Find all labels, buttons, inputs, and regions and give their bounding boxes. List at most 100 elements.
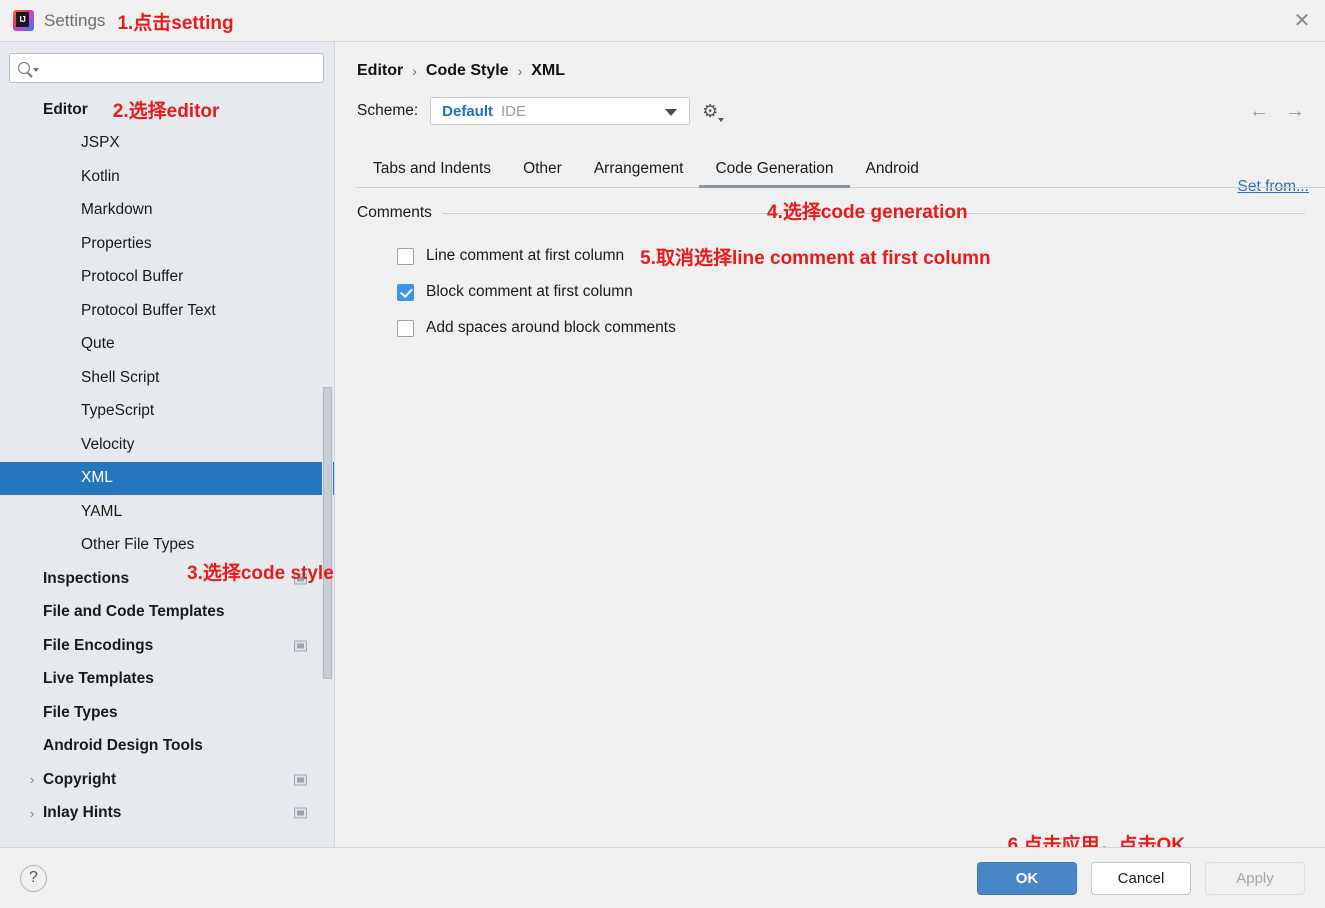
cancel-button[interactable]: Cancel (1091, 861, 1191, 895)
checkbox-label: Block comment at first column (426, 283, 633, 300)
sidebar-item-label: YAML (81, 502, 123, 520)
annotation-3: 3.选择code style，选择XML (187, 563, 334, 584)
sidebar-item-qute[interactable]: Qute (0, 328, 334, 362)
sidebar-item-velocity[interactable]: Velocity (0, 428, 334, 462)
gear-icon[interactable]: ⚙ (702, 101, 725, 122)
checkbox-label: Add spaces around block comments (426, 319, 676, 336)
navigation-arrows: ← → (1249, 100, 1305, 123)
checkbox-label: Line comment at first column (426, 247, 625, 264)
window-title: Settings (44, 10, 106, 30)
sidebar-item-markdown[interactable]: Markdown (0, 194, 334, 228)
sidebar-item-label: TypeScript (81, 402, 155, 420)
search-container (0, 42, 334, 91)
arrow-right-icon[interactable]: → (1285, 100, 1305, 123)
intellij-idea-logo-icon: IJ (13, 10, 34, 31)
sidebar-item-file-types[interactable]: File Types (0, 696, 334, 730)
sidebar-item-live-templates[interactable]: Live Templates (0, 663, 334, 697)
sidebar-item-label: File and Code Templates (43, 603, 225, 621)
breadcrumb-item-xml[interactable]: XML (531, 62, 565, 80)
settings-dialog: IJ Settings 1.点击setting ✕ Editor 2.选择edit… (0, 0, 1325, 908)
tab-tabs-and-indents[interactable]: Tabs and Indents (357, 153, 507, 187)
checkbox-add-spaces-around-block-comments[interactable] (397, 319, 414, 337)
sidebar-item-jspx[interactable]: JSPX (0, 127, 334, 161)
sidebar-item-kotlin[interactable]: Kotlin (0, 160, 334, 194)
checkbox-row[interactable]: Add spaces around block comments (397, 310, 1325, 346)
sidebar-item-editor[interactable]: Editor 2.选择editor (0, 93, 334, 127)
scheme-value: Default (442, 102, 494, 120)
apply-button[interactable]: Apply (1205, 861, 1305, 895)
project-scope-badge-icon (294, 807, 307, 819)
settings-content-panel: Editor › Code Style › XML ← → Set from..… (335, 42, 1325, 856)
checkbox-row[interactable]: Block comment at first column (397, 274, 1325, 310)
sidebar-item-label: File Encodings (43, 636, 154, 654)
dialog-body: Editor 2.选择editor JSPX Kotlin Markdown Proper… (0, 42, 1325, 856)
settings-tabs: 4.选择code generation Tabs and Indents Othe… (357, 153, 1325, 223)
sidebar-item-android-design-tools[interactable]: Android Design Tools (0, 730, 334, 764)
sidebar-item-yaml[interactable]: YAML (0, 495, 334, 529)
search-box[interactable] (9, 53, 324, 83)
tab-android[interactable]: Android (850, 153, 935, 187)
sidebar-item-copyright[interactable]: › Copyright (0, 763, 334, 797)
checkbox-group: Line comment at first column 5.取消选择line c… (357, 238, 1325, 346)
sidebar-item-label: Properties (81, 234, 152, 252)
search-icon (18, 62, 30, 74)
sidebar-item-label: Velocity (81, 435, 135, 453)
close-icon[interactable]: ✕ (1279, 0, 1325, 41)
sidebar-item-label: Kotlin (81, 167, 120, 185)
sidebar-item-label: Protocol Buffer Text (81, 301, 216, 319)
sidebar-item-file-encodings[interactable]: File Encodings (0, 629, 334, 663)
sidebar-item-label: Qute (81, 335, 115, 353)
sidebar-scrollbar-thumb[interactable] (323, 387, 332, 679)
sidebar-item-label: Editor (43, 100, 88, 118)
sidebar-item-other-file-types[interactable]: Other File Types (0, 529, 334, 563)
sidebar-item-label: Protocol Buffer (81, 268, 184, 286)
sidebar-item-xml[interactable]: XML (0, 461, 334, 495)
project-scope-badge-icon (294, 640, 307, 652)
sidebar-item-label: Inlay Hints (43, 804, 122, 822)
chevron-down-icon[interactable] (33, 68, 39, 72)
breadcrumb-separator: › (517, 63, 523, 79)
checkbox-block-comment-at-first-column[interactable] (397, 283, 414, 301)
scheme-label: Scheme: (357, 102, 419, 119)
sidebar-item-properties[interactable]: Properties (0, 227, 334, 261)
sidebar-item-inlay-hints[interactable]: › Inlay Hints (0, 797, 334, 831)
sidebar-item-shell-script[interactable]: Shell Script (0, 361, 334, 395)
sidebar-item-label: Live Templates (43, 670, 154, 688)
breadcrumb-item-code-style[interactable]: Code Style (426, 62, 509, 80)
help-button[interactable]: ? (20, 864, 47, 892)
scheme-row: Scheme: Default IDE ⚙ (357, 97, 1325, 125)
settings-sidebar: Editor 2.选择editor JSPX Kotlin Markdown Proper… (0, 42, 335, 847)
sidebar-item-label: File Types (43, 703, 118, 721)
annotation-2: 2.选择editor (112, 101, 220, 123)
section-title: Comments (357, 204, 432, 221)
title-bar: IJ Settings 1.点击setting ✕ (0, 0, 1325, 41)
chevron-right-icon[interactable]: › (21, 772, 43, 787)
annotation-1: 1.点击setting (117, 12, 234, 34)
sidebar-item-typescript[interactable]: TypeScript (0, 395, 334, 429)
sidebar-item-file-and-code-templates[interactable]: File and Code Templates (0, 596, 334, 630)
scheme-select[interactable]: Default IDE (430, 97, 691, 125)
dialog-footer: ? OK Cancel Apply (0, 847, 1325, 908)
sidebar-item-label: JSPX (81, 134, 120, 152)
annotation-4: 4.选择code generation (767, 202, 968, 223)
sidebar-item-protocol-buffer-text[interactable]: Protocol Buffer Text (0, 294, 334, 328)
sidebar-item-label: Copyright (43, 770, 117, 788)
arrow-left-icon[interactable]: ← (1249, 100, 1269, 123)
chevron-down-icon (665, 109, 678, 116)
sidebar-item-protocol-buffer[interactable]: Protocol Buffer (0, 261, 334, 295)
settings-tree: Editor 2.选择editor JSPX Kotlin Markdown Proper… (0, 91, 334, 830)
breadcrumb: Editor › Code Style › XML (357, 42, 1325, 80)
tab-code-generation[interactable]: Code Generation (699, 153, 850, 188)
checkbox-line-comment-at-first-column[interactable] (397, 247, 414, 265)
checkbox-row[interactable]: Line comment at first column 5.取消选择line c… (397, 238, 1325, 274)
ok-button[interactable]: OK (977, 861, 1077, 895)
search-input[interactable] (43, 60, 315, 76)
sidebar-item-label: Shell Script (81, 368, 160, 386)
breadcrumb-item-editor[interactable]: Editor (357, 62, 403, 80)
sidebar-scrollbar-track[interactable] (322, 387, 333, 679)
annotation-5: 5.取消选择line comment at first column (640, 247, 991, 269)
tab-other[interactable]: Other (507, 153, 578, 187)
tab-arrangement[interactable]: Arrangement (578, 153, 700, 187)
chevron-right-icon[interactable]: › (21, 806, 43, 821)
scheme-scope: IDE (501, 102, 527, 120)
